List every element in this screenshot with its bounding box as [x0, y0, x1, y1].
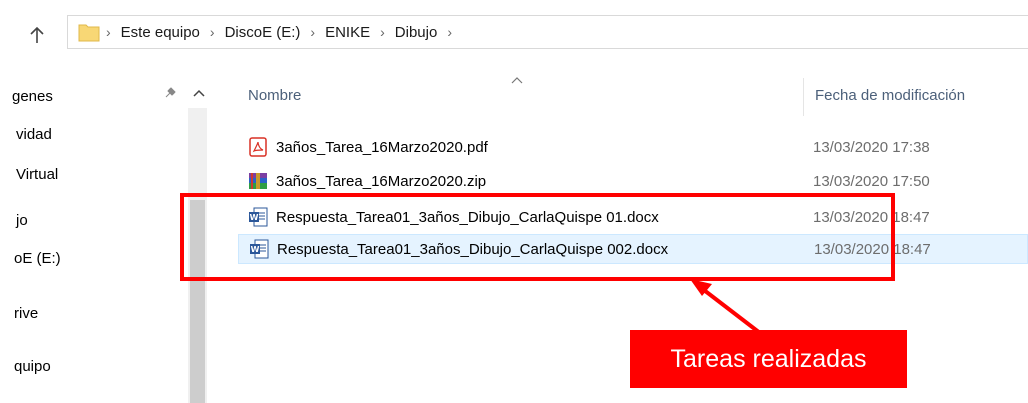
annotation-label: Tareas realizadas — [670, 344, 867, 373]
nav-item-actividad[interactable]: vidad — [16, 126, 52, 143]
nav-item-virtual[interactable]: Virtual — [16, 166, 58, 183]
nav-item-onedrive[interactable]: rive — [14, 305, 38, 322]
up-arrow-icon — [30, 26, 44, 43]
column-header-name[interactable]: Nombre — [248, 87, 301, 104]
pin-icon[interactable] — [163, 86, 177, 105]
highlight-box — [180, 193, 895, 281]
nav-item-dibujo[interactable]: jo — [16, 212, 28, 229]
folder-icon — [78, 22, 100, 42]
up-arrow-button[interactable] — [24, 22, 50, 48]
chevron-right-icon[interactable]: › — [447, 24, 452, 40]
breadcrumb-este-equipo[interactable]: Este equipo — [121, 24, 200, 41]
file-date: 13/03/2020 17:38 — [813, 138, 930, 156]
chevron-right-icon: › — [380, 24, 385, 40]
breadcrumb-enike[interactable]: ENIKE — [325, 24, 370, 41]
chevron-right-icon: › — [209, 24, 215, 40]
sort-ascending-icon — [511, 76, 523, 87]
chevron-right-icon: › — [106, 24, 111, 40]
column-header-date[interactable]: Fecha de modificación — [815, 87, 965, 104]
nav-item-discoe[interactable]: oE (E:) — [14, 250, 61, 267]
column-divider[interactable] — [803, 78, 804, 116]
scroll-up-icon[interactable] — [193, 86, 205, 100]
breadcrumb-dibujo[interactable]: Dibujo — [395, 24, 438, 41]
file-name: 3años_Tarea_16Marzo2020.zip — [276, 172, 487, 190]
nav-item-imagenes[interactable]: genes — [12, 88, 53, 105]
nav-item-este-equipo[interactable]: quipo — [14, 358, 51, 375]
pdf-icon — [248, 137, 268, 157]
winrar-icon — [248, 171, 268, 191]
address-bar[interactable]: › Este equipo › DiscoE (E:) › ENIKE › Di… — [67, 15, 1028, 49]
annotation-callout: Tareas realizadas — [630, 330, 907, 388]
file-name: 3años_Tarea_16Marzo2020.pdf — [276, 138, 488, 156]
chevron-right-icon: › — [310, 24, 316, 40]
file-row[interactable]: 3años_Tarea_16Marzo2020.pdf 13/03/2020 1… — [238, 132, 1028, 162]
breadcrumb-discoe[interactable]: DiscoE (E:) — [225, 24, 301, 41]
file-row[interactable]: 3años_Tarea_16Marzo2020.zip 13/03/2020 1… — [238, 166, 1028, 196]
file-date: 13/03/2020 17:50 — [813, 172, 930, 190]
